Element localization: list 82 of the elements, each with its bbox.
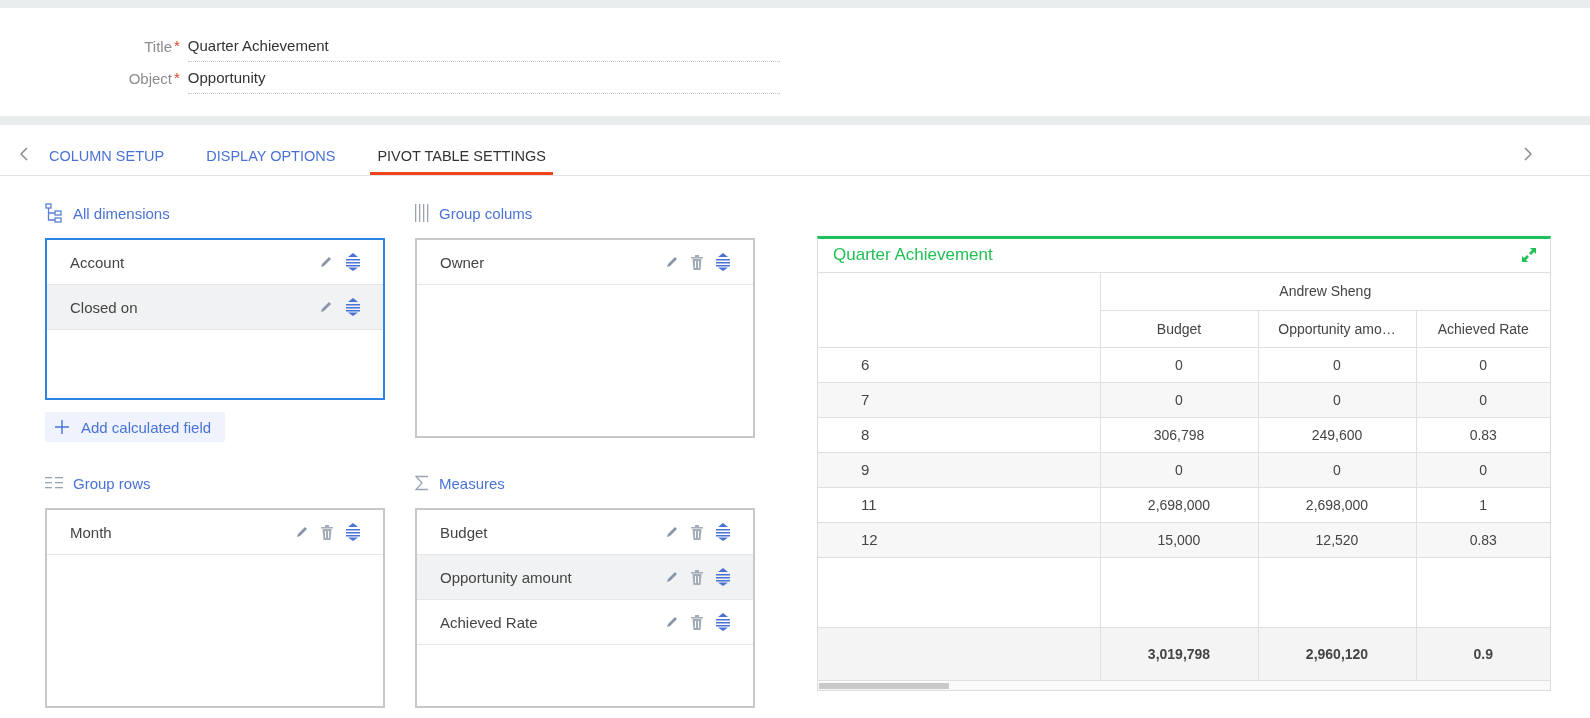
row-header: 9 xyxy=(818,452,1100,488)
field-item-label: Budget xyxy=(440,523,489,541)
section-title: Group colums xyxy=(439,204,533,222)
table-cell: 2,698,000 xyxy=(1100,487,1258,523)
chevron-right-icon[interactable] xyxy=(1524,147,1532,161)
column-header: Budget xyxy=(1100,310,1258,348)
table-cell: 0 xyxy=(1258,382,1416,418)
column-header: Opportunity amo… xyxy=(1258,310,1416,348)
scrollbar-thumb[interactable] xyxy=(819,682,949,689)
pencil-icon[interactable] xyxy=(295,525,309,539)
row-header: 12 xyxy=(818,522,1100,558)
section-title: All dimensions xyxy=(73,204,170,222)
columns-icon xyxy=(415,204,429,222)
field-item[interactable]: Closed on xyxy=(47,285,383,330)
row-header: 7 xyxy=(818,382,1100,418)
pencil-icon[interactable] xyxy=(665,525,679,539)
rows-icon xyxy=(45,477,63,489)
pencil-icon[interactable] xyxy=(319,300,333,314)
trash-icon[interactable] xyxy=(691,614,703,630)
table-cell: 12,520 xyxy=(1258,522,1416,558)
trash-icon[interactable] xyxy=(691,569,703,585)
table-cell: 0 xyxy=(1100,347,1258,383)
required-mark: * xyxy=(174,37,180,54)
widget-title: Quarter Achievement xyxy=(833,245,993,266)
table-cell: 0 xyxy=(1416,452,1550,488)
section-title: Measures xyxy=(439,474,505,492)
reorder-icon[interactable] xyxy=(345,523,361,541)
reorder-icon[interactable] xyxy=(345,253,361,271)
row-header: 11 xyxy=(818,487,1100,523)
field-item[interactable]: Owner xyxy=(417,240,753,285)
tab[interactable]: COLUMN SETUP xyxy=(42,145,172,175)
table-cell: 0 xyxy=(1258,347,1416,383)
total-cell: 2,960,120 xyxy=(1258,627,1416,681)
column-group-header: Andrew Sheng xyxy=(1100,272,1550,311)
reorder-icon[interactable] xyxy=(715,568,731,586)
field-label: Object xyxy=(127,69,173,87)
expand-icon[interactable] xyxy=(1522,248,1536,263)
trash-icon[interactable] xyxy=(691,254,703,270)
section-title: Group rows xyxy=(73,474,151,492)
chevron-left-icon[interactable] xyxy=(20,147,28,161)
row-header: 6 xyxy=(818,347,1100,383)
pencil-icon[interactable] xyxy=(665,570,679,584)
text-field[interactable]: Quarter Achievement xyxy=(187,30,780,62)
table-cell: 0 xyxy=(1258,452,1416,488)
tab[interactable]: PIVOT TABLE SETTINGS xyxy=(370,145,553,175)
reorder-icon[interactable] xyxy=(715,523,731,541)
text-field[interactable]: Opportunity xyxy=(187,62,780,94)
field-item-label: Owner xyxy=(440,253,486,271)
field-item-label: Opportunity amount xyxy=(440,568,573,586)
field-item[interactable]: Opportunity amount xyxy=(417,555,753,600)
table-cell: 0 xyxy=(1100,382,1258,418)
field-item[interactable]: Achieved Rate xyxy=(417,600,753,645)
table-cell: 306,798 xyxy=(1100,417,1258,453)
pencil-icon[interactable] xyxy=(665,615,679,629)
add-calculated-field-button[interactable]: Add calculated field xyxy=(45,412,226,442)
trash-icon[interactable] xyxy=(321,524,333,540)
field-item-label: Achieved Rate xyxy=(440,613,539,631)
field-item[interactable]: Month xyxy=(47,510,383,555)
pencil-icon[interactable] xyxy=(665,255,679,269)
hierarchy-icon xyxy=(45,203,63,223)
reorder-icon[interactable] xyxy=(715,253,731,271)
total-cell: 0.9 xyxy=(1416,627,1550,681)
table-cell: 0 xyxy=(1100,452,1258,488)
table-cell: 0.83 xyxy=(1416,522,1550,558)
field-item-label: Month xyxy=(70,523,113,541)
reorder-icon[interactable] xyxy=(345,298,361,316)
field-label: Title xyxy=(143,37,173,55)
reorder-icon[interactable] xyxy=(715,613,731,631)
table-cell: 15,000 xyxy=(1100,522,1258,558)
field-item-label: Closed on xyxy=(70,298,139,316)
total-cell: 3,019,798 xyxy=(1100,627,1258,681)
field-item-label: Account xyxy=(70,253,126,271)
required-mark: * xyxy=(174,69,180,86)
table-cell: 2,698,000 xyxy=(1258,487,1416,523)
sigma-icon xyxy=(415,475,429,491)
row-header: 8 xyxy=(818,417,1100,453)
plus-icon xyxy=(55,420,69,434)
table-cell: 249,600 xyxy=(1258,417,1416,453)
table-cell: 0 xyxy=(1416,382,1550,418)
tab[interactable]: DISPLAY OPTIONS xyxy=(199,145,343,175)
pencil-icon[interactable] xyxy=(319,255,333,269)
trash-icon[interactable] xyxy=(691,524,703,540)
